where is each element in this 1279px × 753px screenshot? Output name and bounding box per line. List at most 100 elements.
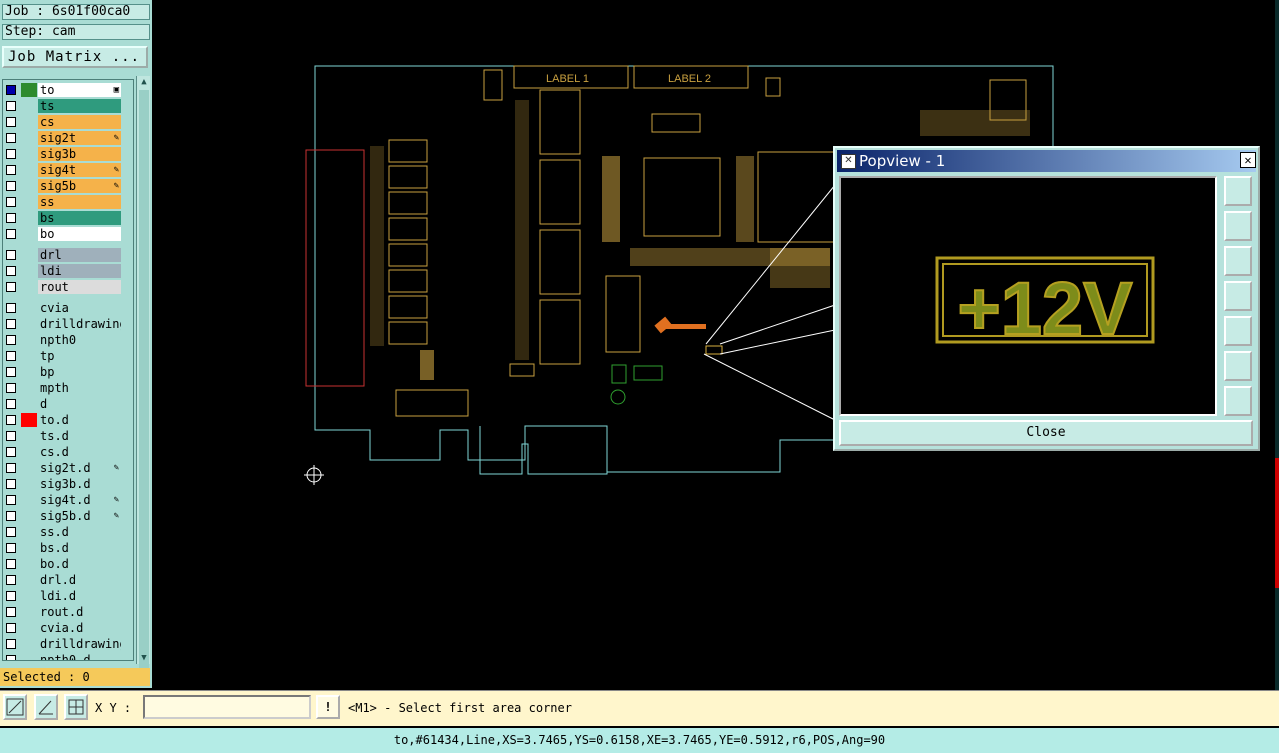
layer-color-swatch[interactable]	[21, 525, 37, 539]
layer-color-swatch[interactable]	[21, 301, 37, 315]
layer-row[interactable]: sig4t.d ✎	[3, 492, 123, 508]
layer-checkbox[interactable]	[6, 319, 16, 329]
layer-color-swatch[interactable]	[21, 365, 37, 379]
layer-checkbox[interactable]	[6, 399, 16, 409]
layer-checkbox[interactable]	[6, 367, 16, 377]
pan-down-icon[interactable]	[1224, 246, 1252, 276]
pan-up-icon[interactable]	[1224, 211, 1252, 241]
close-button[interactable]: Close	[839, 420, 1253, 446]
layer-name[interactable]: bo.d	[38, 557, 121, 571]
layer-row[interactable]: npth0	[3, 332, 123, 348]
layer-checkbox[interactable]	[6, 511, 16, 521]
layer-row[interactable]: bs	[3, 210, 123, 226]
layer-checkbox[interactable]	[6, 101, 16, 111]
layer-name[interactable]: to.d	[38, 413, 121, 427]
layer-name[interactable]: sig5b ✎	[38, 179, 121, 193]
layer-name[interactable]: mpth	[38, 381, 121, 395]
layer-row[interactable]: drl.d	[3, 572, 123, 588]
layer-name[interactable]: tp	[38, 349, 121, 363]
layer-name[interactable]: drl.d	[38, 573, 121, 587]
layer-row[interactable]: ts	[3, 98, 123, 114]
layer-row[interactable]: to ▣	[3, 82, 123, 98]
layer-row[interactable]: cvia.d	[3, 620, 123, 636]
layer-name[interactable]: rout	[38, 280, 121, 294]
layer-checkbox[interactable]	[6, 181, 16, 191]
layer-row[interactable]: bo	[3, 226, 123, 242]
layer-checkbox[interactable]	[6, 213, 16, 223]
layer-name[interactable]: sig2t.d ✎	[38, 461, 121, 475]
layer-color-swatch[interactable]	[21, 147, 37, 161]
layer-checkbox[interactable]	[6, 591, 16, 601]
layer-checkbox[interactable]	[6, 543, 16, 553]
layer-name[interactable]: ss.d	[38, 525, 121, 539]
layer-color-swatch[interactable]	[21, 573, 37, 587]
job-matrix-button[interactable]: Job Matrix ...	[2, 46, 148, 68]
layer-name[interactable]: bs.d	[38, 541, 121, 555]
layer-row[interactable]: to.d	[3, 412, 123, 428]
layer-row[interactable]: rout.d	[3, 604, 123, 620]
layer-checkbox[interactable]	[6, 559, 16, 569]
layer-row[interactable]: bo.d	[3, 556, 123, 572]
layer-color-swatch[interactable]	[21, 131, 37, 145]
layer-color-swatch[interactable]	[21, 653, 37, 660]
layer-name[interactable]: sig4t.d ✎	[38, 493, 121, 507]
alert-button[interactable]: !	[316, 695, 340, 719]
layer-checkbox[interactable]	[6, 250, 16, 260]
pan-left-icon[interactable]	[1224, 281, 1252, 311]
layer-row[interactable]: drilldrawing	[3, 316, 123, 332]
layer-name[interactable]: ldi.d	[38, 589, 121, 603]
layer-name[interactable]: drl	[38, 248, 121, 262]
layer-checkbox[interactable]	[6, 639, 16, 649]
layer-name[interactable]: cvia.d	[38, 621, 121, 635]
layer-checkbox[interactable]	[6, 479, 16, 489]
layer-row[interactable]: sig5b ✎	[3, 178, 123, 194]
layer-row[interactable]: rout	[3, 279, 123, 295]
layer-color-swatch[interactable]	[21, 429, 37, 443]
layer-color-swatch[interactable]	[21, 445, 37, 459]
layer-color-swatch[interactable]	[21, 333, 37, 347]
layer-row[interactable]: bp	[3, 364, 123, 380]
layer-name[interactable]: npth0	[38, 333, 121, 347]
layer-checkbox[interactable]	[6, 655, 16, 660]
layer-color-swatch[interactable]	[21, 349, 37, 363]
layer-color-swatch[interactable]	[21, 605, 37, 619]
layer-color-swatch[interactable]	[21, 317, 37, 331]
layer-name[interactable]: ts.d	[38, 429, 121, 443]
layer-color-swatch[interactable]	[21, 163, 37, 177]
layer-row[interactable]: ldi.d	[3, 588, 123, 604]
layer-color-swatch[interactable]	[21, 83, 37, 97]
layer-name[interactable]: cs.d	[38, 445, 121, 459]
layer-color-swatch[interactable]	[21, 509, 37, 523]
layer-name[interactable]: cs	[38, 115, 121, 129]
layer-name[interactable]: ldi	[38, 264, 121, 278]
layer-color-swatch[interactable]	[21, 621, 37, 635]
layer-row[interactable]: d	[3, 396, 123, 412]
layer-row[interactable]: sig2t.d ✎	[3, 460, 123, 476]
layer-row[interactable]: sig4t ✎	[3, 162, 123, 178]
layer-row[interactable]: npth0.d	[3, 652, 123, 660]
layer-color-swatch[interactable]	[21, 493, 37, 507]
layer-color-swatch[interactable]	[21, 557, 37, 571]
layer-name[interactable]: ss	[38, 195, 121, 209]
layer-checkbox[interactable]	[6, 463, 16, 473]
layer-checkbox[interactable]	[6, 447, 16, 457]
zoom-fit-icon[interactable]	[1224, 176, 1252, 206]
layer-name[interactable]: sig5b.d ✎	[38, 509, 121, 523]
layer-name[interactable]: sig2t ✎	[38, 131, 121, 145]
layer-color-swatch[interactable]	[21, 280, 37, 294]
layer-name[interactable]: ts	[38, 99, 121, 113]
layer-row[interactable]: drilldrawing	[3, 636, 123, 652]
zoom-home-icon[interactable]	[1224, 386, 1252, 416]
layer-name[interactable]: drilldrawing	[38, 637, 121, 651]
zoom-out-icon[interactable]	[1224, 351, 1252, 381]
layer-checkbox[interactable]	[6, 495, 16, 505]
xy-input[interactable]	[143, 695, 311, 719]
layer-row[interactable]: ss.d	[3, 524, 123, 540]
scroll-down-icon[interactable]: ▼	[138, 652, 150, 664]
layer-color-swatch[interactable]	[21, 195, 37, 209]
layer-checkbox[interactable]	[6, 335, 16, 345]
layer-name[interactable]: cvia	[38, 301, 121, 315]
layer-name[interactable]: rout.d	[38, 605, 121, 619]
layer-color-swatch[interactable]	[21, 541, 37, 555]
layer-row[interactable]: cvia	[3, 300, 123, 316]
